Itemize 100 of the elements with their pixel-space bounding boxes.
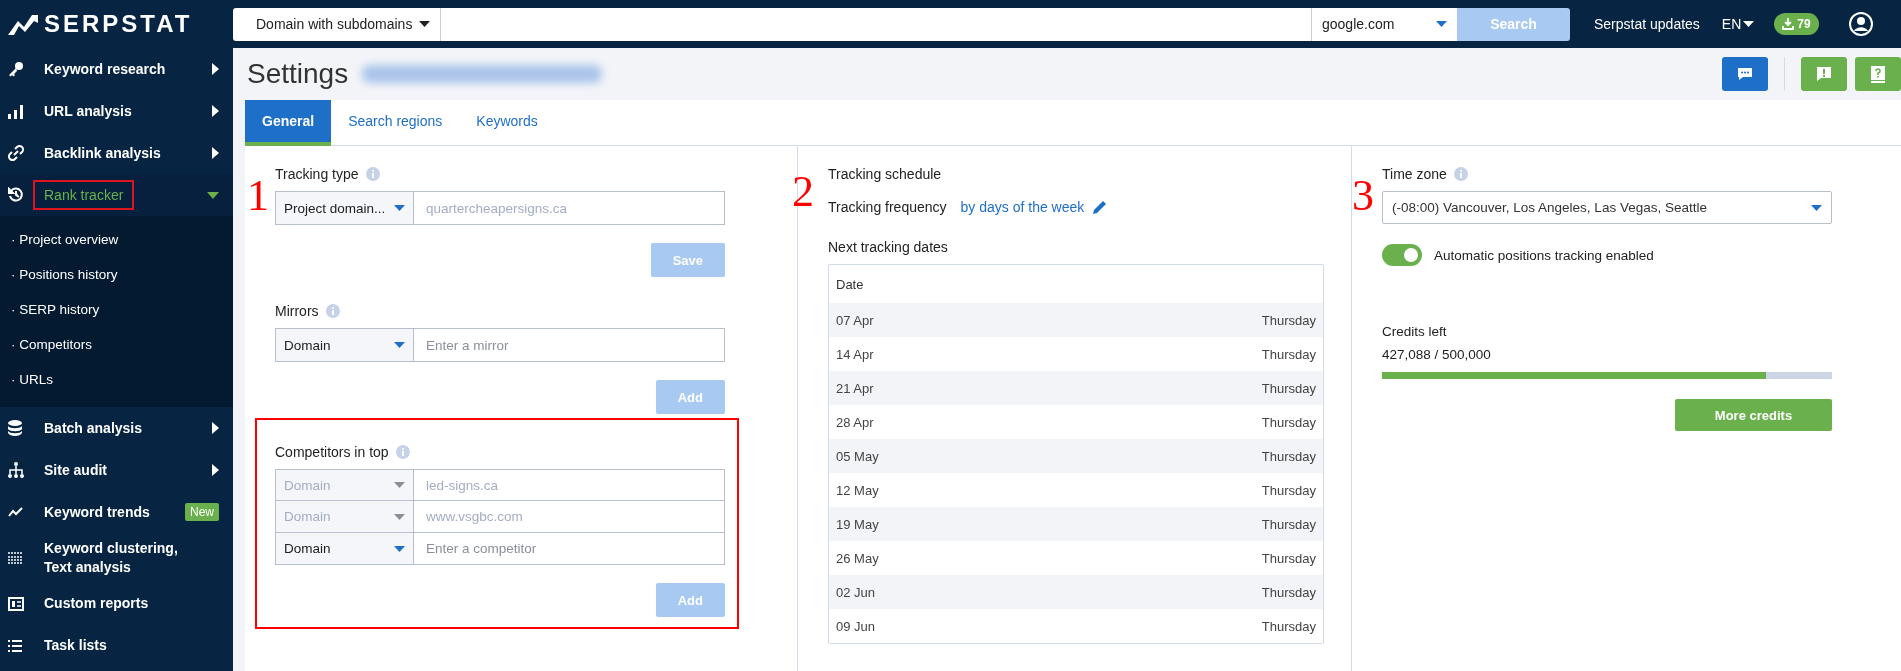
table-cell: 07 Apr — [836, 312, 874, 328]
help-button[interactable] — [1855, 57, 1901, 91]
caret-icon — [394, 545, 405, 552]
history-icon — [8, 187, 24, 203]
toggle-switch[interactable] — [1382, 244, 1422, 266]
search-type-dropdown[interactable]: Domain with subdomains — [233, 7, 441, 41]
table-cell: 28 Apr — [836, 414, 874, 430]
table-cell: 02 Jun — [836, 584, 876, 600]
competitor-field[interactable]: Enter a competitor — [414, 533, 725, 565]
submenu-item[interactable]: · SERP history — [0, 292, 233, 327]
sidebar-item-label: Keyword trends — [43, 502, 151, 522]
table-cell: 14 Apr — [836, 346, 874, 362]
language-selector[interactable]: EN — [1721, 16, 1755, 32]
sidebar-item-label: Backlink analysis — [43, 143, 162, 163]
database-icon — [8, 420, 22, 436]
table-cell: 26 May — [836, 550, 879, 566]
mirror-field[interactable]: Enter a mirror — [414, 328, 725, 362]
table-cell: Thursday — [1261, 618, 1316, 634]
annotation-number: 1 — [247, 174, 269, 218]
bar-chart-icon — [8, 103, 23, 119]
help-book-icon — [1871, 65, 1885, 83]
sidebar-item-label: Custom reports — [43, 594, 150, 614]
caret-icon — [394, 342, 405, 348]
tab[interactable]: Keywords — [459, 100, 555, 146]
field-label: Time zone — [1382, 166, 1447, 182]
table-cell: Thursday — [1261, 414, 1316, 430]
section-title: Next tracking dates — [828, 239, 948, 255]
sidebar-item-label: Task lists — [43, 636, 108, 656]
info-icon — [365, 167, 380, 181]
sidebar-item[interactable]: Task lists — [0, 624, 233, 667]
chat-button[interactable] — [1722, 57, 1768, 91]
updates-link[interactable]: Serpstat updates — [1594, 16, 1700, 32]
frequency-link[interactable]: by days of the week — [960, 199, 1085, 215]
feedback-button[interactable] — [1801, 57, 1847, 91]
timezone-dropdown[interactable]: (-08:00) Vancouver, Los Angeles, Las Vegas, Seattle — [1382, 191, 1832, 224]
sidebar-item-label: Batch analysis — [43, 418, 144, 438]
table-cell: 19 May — [836, 516, 879, 532]
sidebar-item-label: Site audit — [43, 460, 108, 480]
sidebar-item-label: Keyword research — [43, 59, 167, 79]
download-icon — [1782, 18, 1795, 30]
new-badge: New — [185, 503, 219, 521]
column-header: Date — [836, 276, 864, 292]
sidebar-item-label: URL analysis — [43, 101, 133, 121]
sidebar-item[interactable]: URL analysis — [0, 90, 233, 132]
field-label: Tracking type — [275, 166, 359, 182]
info-icon — [1453, 167, 1468, 181]
sidebar-item-label: Rank tracker — [33, 179, 135, 211]
sitemap-icon — [8, 462, 24, 478]
sidebar-item[interactable]: Batch analysis — [0, 407, 233, 449]
alert-message-icon — [1816, 66, 1832, 82]
search-field[interactable] — [441, 7, 1311, 41]
field-label: Tracking frequency — [828, 199, 947, 215]
sidebar-item[interactable]: Site audit — [0, 449, 233, 491]
submenu-item[interactable]: · Competitors — [0, 327, 233, 362]
sidebar-item[interactable]: Rank tracker — [0, 174, 233, 216]
table-cell: Thursday — [1261, 482, 1316, 498]
annotation-number: 3 — [1352, 174, 1374, 218]
table-cell: Thursday — [1261, 516, 1316, 532]
logo-icon — [8, 13, 38, 35]
sidebar-item[interactable]: Keyword trends New — [0, 491, 233, 533]
caret-icon — [394, 205, 405, 211]
key-icon — [8, 61, 24, 77]
caret-icon — [1436, 21, 1447, 27]
sidebar-item[interactable]: Backlink analysis — [0, 132, 233, 174]
sidebar-item[interactable]: Keyword clustering, Text analysis — [0, 533, 233, 583]
table-cell: Thursday — [1261, 312, 1316, 328]
tab[interactable]: Search regions — [331, 100, 460, 146]
submenu-item[interactable]: · URLs — [0, 362, 233, 397]
info-icon — [325, 304, 340, 318]
sidebar-item-label: Keyword clustering, Text analysis — [43, 539, 179, 577]
pencil-icon[interactable] — [1092, 199, 1109, 215]
list-icon — [8, 639, 22, 652]
search-engine-dropdown[interactable]: google.com — [1311, 7, 1457, 41]
sidebar-item[interactable]: Keyword research — [0, 48, 233, 90]
annotation-number: 2 — [792, 170, 814, 214]
table-icon — [8, 551, 22, 564]
table-cell: Thursday — [1261, 584, 1316, 600]
table-cell: 09 Jun — [836, 618, 876, 634]
section-title: Tracking schedule — [828, 166, 942, 182]
tracking-type-dropdown[interactable]: Project domain... — [275, 191, 414, 225]
sidebar-item[interactable]: Custom reports — [0, 582, 233, 625]
trend-line-icon — [8, 507, 24, 517]
link-icon — [8, 145, 24, 161]
mirror-type-dropdown[interactable]: Domain — [275, 328, 414, 362]
caret-icon — [1743, 21, 1755, 27]
submenu-item[interactable]: · Positions history — [0, 257, 233, 292]
tab[interactable]: General — [245, 100, 332, 146]
caret-icon — [394, 513, 405, 520]
logo-text: SERPSTAT — [44, 10, 193, 38]
table-cell: Thursday — [1261, 346, 1316, 362]
competitor-type-dropdown[interactable]: Domain — [275, 533, 414, 565]
field-label: Competitors in top — [275, 444, 389, 460]
report-icon — [8, 596, 24, 611]
table-cell: 05 May — [836, 448, 879, 464]
info-icon — [395, 445, 410, 459]
user-avatar-icon[interactable] — [1848, 12, 1873, 36]
field-label: Mirrors — [275, 303, 319, 319]
credits-reading: 427,088 / 500,000 — [1382, 347, 1492, 362]
submenu-item[interactable]: · Project overview — [0, 222, 233, 257]
credits-label: Credits left — [1382, 324, 1448, 339]
